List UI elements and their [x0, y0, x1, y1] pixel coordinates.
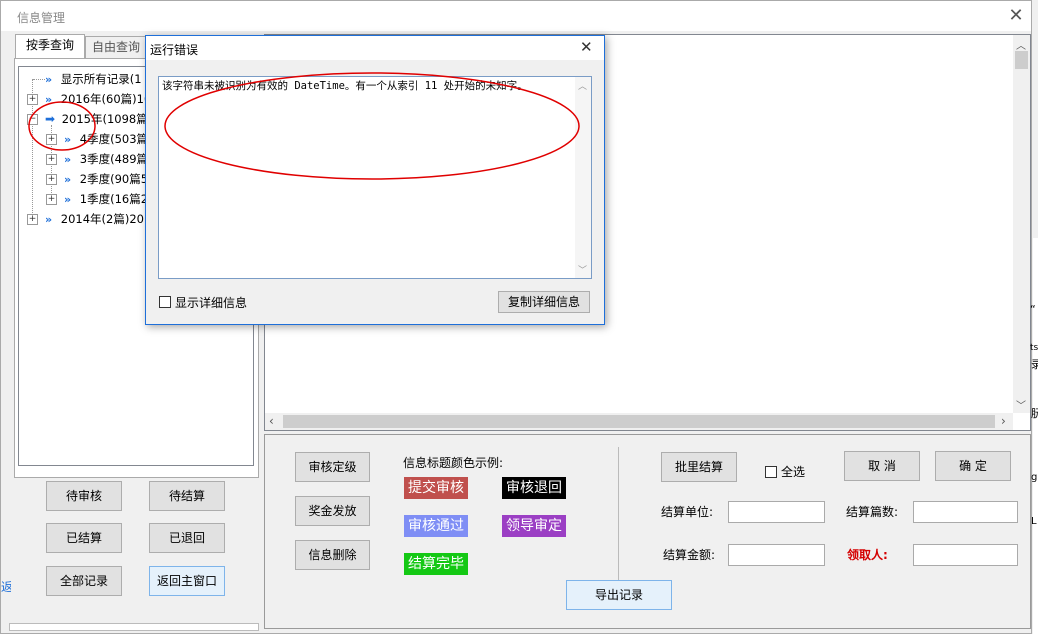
- annotation-overlay: [28, 72, 580, 180]
- annotation-circle-message: [164, 72, 580, 180]
- annotation-circle-tree: [28, 101, 96, 151]
